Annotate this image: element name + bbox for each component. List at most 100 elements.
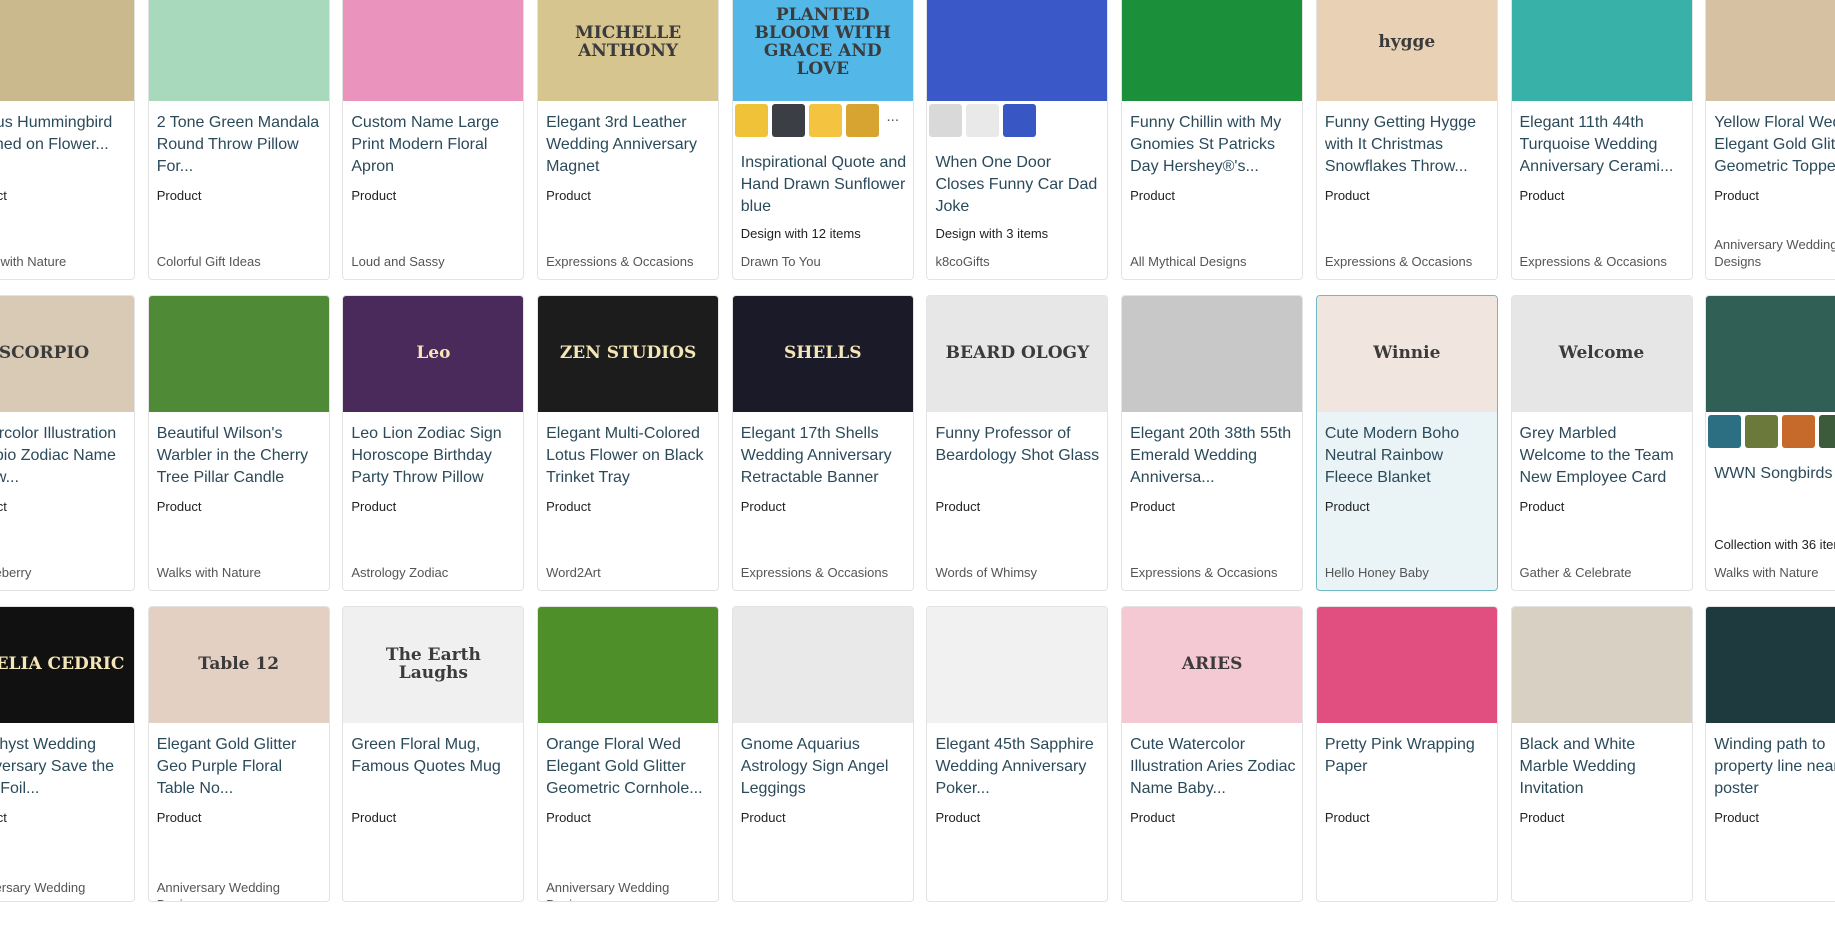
product-thumbnail[interactable]: Winnie	[1316, 296, 1497, 412]
product-card[interactable]: SHELLS Elegant 17th Shells Wedding Anniv…	[731, 295, 914, 591]
store-name-link[interactable]: Expressions & Occasions	[546, 253, 693, 270]
product-thumbnail[interactable]	[538, 607, 719, 723]
product-title[interactable]: Black and White Marble Wedding Invitatio…	[1520, 734, 1686, 800]
product-thumbnail[interactable]	[1706, 607, 1835, 723]
product-thumbnail[interactable]	[0, 0, 134, 101]
store-name-link[interactable]: Colorful Gift Ideas	[157, 253, 261, 270]
store-name-link[interactable]: Expressions & Occasions	[741, 564, 888, 581]
design-variant-strip[interactable]: ...	[734, 104, 903, 137]
store-name-link[interactable]: Anniversary Wedding Designs	[157, 879, 329, 901]
product-thumbnail[interactable]: MICHELLE ANTHONY	[538, 0, 719, 101]
product-thumbnail[interactable]: AMELIA CEDRIC	[0, 607, 134, 723]
variant-thumbnail[interactable]	[808, 104, 842, 137]
variant-thumbnail[interactable]	[734, 104, 768, 137]
store-name-link[interactable]: Expressions & Occasions	[1130, 564, 1277, 581]
product-title[interactable]: Amethyst Wedding Anniversary Save the Da…	[0, 734, 128, 800]
product-card[interactable]: Beautiful Wilson's Warbler in the Cherry…	[147, 295, 330, 591]
product-card[interactable]: ZEN STUDIOS Elegant Multi-Colored Lotus …	[537, 295, 720, 591]
product-title[interactable]: Beautiful Wilson's Warbler in the Cherry…	[157, 423, 323, 489]
store-name-link[interactable]: All Mythical Designs	[1130, 253, 1246, 270]
product-title[interactable]: Green Floral Mug, Famous Quotes Mug	[351, 734, 517, 778]
product-card[interactable]: Funny Chillin with My Gnomies St Patrick…	[1121, 0, 1304, 280]
store-name-link[interactable]: Words of Whimsy	[935, 564, 1037, 581]
product-thumbnail[interactable]	[1122, 0, 1303, 101]
product-title[interactable]: Funny Getting Hygge with It Christmas Sn…	[1325, 112, 1491, 178]
product-thumbnail[interactable]: SHELLS	[732, 296, 913, 412]
store-name-link[interactable]: k8coGifts	[935, 253, 989, 270]
product-card[interactable]: Pretty Pink Wrapping Paper Product	[1315, 606, 1498, 902]
store-name-link[interactable]: Anniversary Wedding Designs	[0, 879, 134, 901]
product-card[interactable]: Elegant 11th 44th Turquoise Wedding Anni…	[1510, 0, 1693, 280]
product-title[interactable]: Cute Watercolor Illustration Aries Zodia…	[1130, 734, 1296, 800]
product-thumbnail[interactable]: Welcome	[1511, 296, 1692, 412]
product-thumbnail[interactable]	[1706, 296, 1835, 412]
product-thumbnail[interactable]: Leo	[343, 296, 524, 412]
product-title[interactable]: Cute Modern Boho Neutral Rainbow Fleece …	[1325, 423, 1491, 489]
product-title[interactable]: Elegant 45th Sapphire Wedding Anniversar…	[935, 734, 1101, 800]
store-name-link[interactable]: Anniversary Wedding Designs	[1714, 236, 1835, 270]
product-card[interactable]: Rufous Hummingbird Perched on Flower... …	[0, 0, 135, 280]
product-title[interactable]: Yellow Floral Wedding Elegant Gold Glitt…	[1714, 112, 1835, 178]
product-title[interactable]: Pretty Pink Wrapping Paper	[1325, 734, 1491, 778]
product-card[interactable]: ARIES Cute Watercolor Illustration Aries…	[1121, 606, 1304, 902]
product-thumbnail[interactable]	[343, 0, 524, 101]
variant-thumbnail[interactable]	[1708, 415, 1742, 448]
product-title[interactable]: Elegant 3rd Leather Wedding Anniversary …	[546, 112, 712, 178]
store-name-link[interactable]: Hello Honey Baby	[1325, 564, 1429, 581]
product-card[interactable]: MICHELLE ANTHONY Elegant 3rd Leather Wed…	[537, 0, 720, 280]
store-name-link[interactable]: Drawn To You	[741, 253, 821, 270]
product-thumbnail[interactable]: The Earth Laughs	[343, 607, 524, 723]
store-name-link[interactable]: Loud and Sassy	[351, 253, 444, 270]
product-card[interactable]: SCORPIO Watercolor Illustration Scorpio …	[0, 295, 135, 591]
product-title[interactable]: Rufous Hummingbird Perched on Flower...	[0, 112, 128, 156]
product-thumbnail[interactable]	[732, 607, 913, 723]
product-card[interactable]: 2 Tone Green Mandala Round Throw Pillow …	[147, 0, 330, 280]
store-name-link[interactable]: Huckleberry	[0, 564, 31, 581]
product-title[interactable]: Orange Floral Wed Elegant Gold Glitter G…	[546, 734, 712, 800]
store-name-link[interactable]: Anniversary Wedding Designs	[546, 879, 718, 901]
product-title[interactable]: Gnome Aquarius Astrology Sign Angel Legg…	[741, 734, 907, 800]
product-card[interactable]: Welcome Grey Marbled Welcome to the Team…	[1510, 295, 1693, 591]
product-thumbnail[interactable]	[1511, 0, 1692, 101]
product-title[interactable]: 2 Tone Green Mandala Round Throw Pillow …	[157, 112, 323, 178]
variant-thumbnail[interactable]	[771, 104, 805, 137]
product-thumbnail[interactable]	[1706, 0, 1835, 101]
design-variant-strip[interactable]	[929, 104, 1037, 137]
variant-thumbnail[interactable]	[1819, 415, 1835, 448]
product-thumbnail[interactable]: hygge	[1316, 0, 1497, 101]
store-name-link[interactable]: Word2Art	[546, 564, 601, 581]
variant-thumbnail[interactable]	[845, 104, 879, 137]
product-title[interactable]: Inspirational Quote and Hand Drawn Sunfl…	[741, 152, 907, 218]
variant-thumbnail[interactable]	[1782, 415, 1816, 448]
product-thumbnail[interactable]	[927, 607, 1108, 723]
product-thumbnail[interactable]	[1511, 607, 1692, 723]
variant-thumbnail[interactable]	[966, 104, 1000, 137]
product-title[interactable]: Elegant 11th 44th Turquoise Wedding Anni…	[1520, 112, 1686, 178]
product-card[interactable]: The Earth Laughs Green Floral Mug, Famou…	[342, 606, 525, 902]
product-card[interactable]: Leo Leo Lion Zodiac Sign Horoscope Birth…	[342, 295, 525, 591]
product-card[interactable]: WWN Songbirds Collection with 36 items W…	[1705, 295, 1835, 591]
product-title[interactable]: Winding path to property line near lake …	[1714, 734, 1835, 800]
product-title[interactable]: Elegant Multi-Colored Lotus Flower on Bl…	[546, 423, 712, 489]
product-thumbnail[interactable]	[148, 0, 329, 101]
product-card[interactable]: AMELIA CEDRIC Amethyst Wedding Anniversa…	[0, 606, 135, 902]
product-card[interactable]: Winnie Cute Modern Boho Neutral Rainbow …	[1315, 295, 1498, 591]
product-title[interactable]: Funny Chillin with My Gnomies St Patrick…	[1130, 112, 1296, 178]
product-card[interactable]: Black and White Marble Wedding Invitatio…	[1510, 606, 1693, 902]
product-card[interactable]: BEARD OLOGY Funny Professor of Beardolog…	[926, 295, 1109, 591]
product-thumbnail[interactable]: BEARD OLOGY	[927, 296, 1108, 412]
product-title[interactable]: Watercolor Illustration Scorpio Zodiac N…	[0, 423, 128, 489]
store-name-link[interactable]: Expressions & Occasions	[1520, 253, 1667, 270]
store-name-link[interactable]: Gather & Celebrate	[1520, 564, 1632, 581]
product-thumbnail[interactable]: ZEN STUDIOS	[538, 296, 719, 412]
product-title[interactable]: Custom Name Large Print Modern Floral Ap…	[351, 112, 517, 178]
more-variants-button[interactable]: ...	[883, 104, 903, 137]
store-name-link[interactable]: Walks with Nature	[1714, 564, 1818, 581]
product-card[interactable]: Table 12 Elegant Gold Glitter Geo Purple…	[147, 606, 330, 902]
product-card[interactable]: Winding path to property line near lake …	[1705, 606, 1835, 902]
product-card[interactable]: Gnome Aquarius Astrology Sign Angel Legg…	[731, 606, 914, 902]
product-title[interactable]: Leo Lion Zodiac Sign Horoscope Birthday …	[351, 423, 517, 489]
product-thumbnail[interactable]	[1316, 607, 1497, 723]
store-name-link[interactable]: Astrology Zodiac	[351, 564, 448, 581]
variant-thumbnail[interactable]	[1003, 104, 1037, 137]
